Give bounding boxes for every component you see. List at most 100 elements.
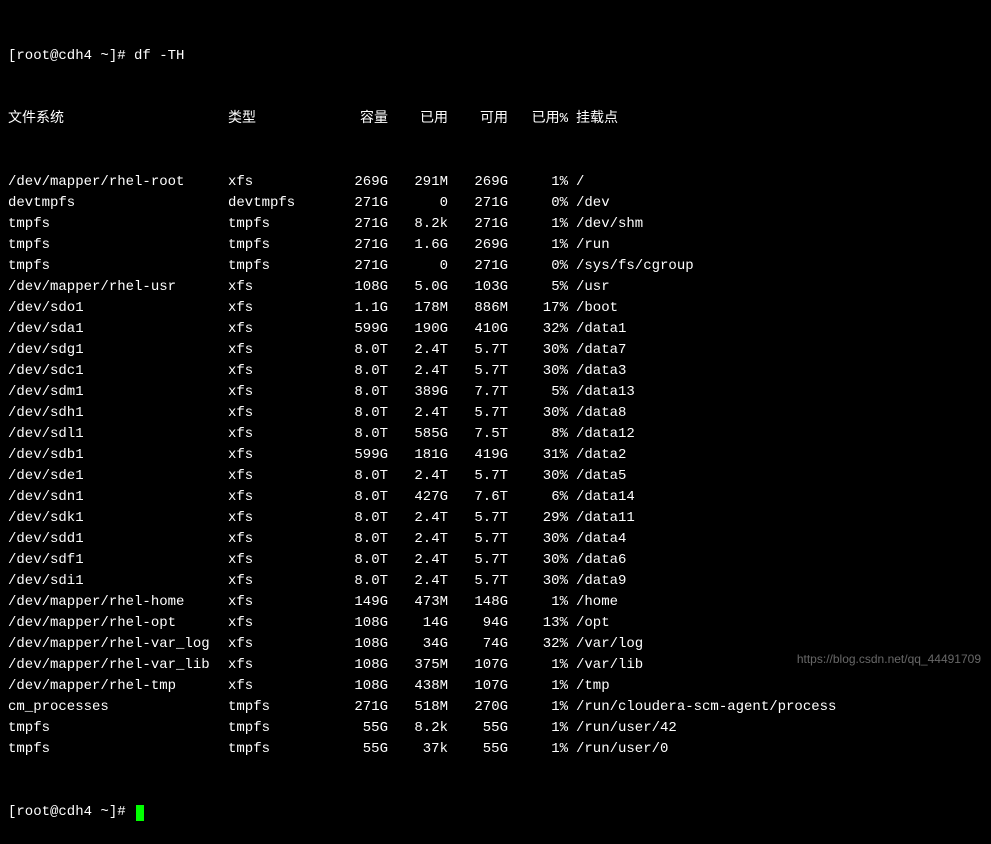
cell-filesystem: /dev/mapper/rhel-usr (8, 277, 228, 298)
cell-used: 37k (388, 739, 448, 760)
terminal-output[interactable]: [root@cdh4 ~]# df -TH 文件系统 类型 容量 已用 可用 已… (8, 4, 983, 844)
cell-mount: /data9 (568, 571, 626, 592)
cell-type: xfs (228, 508, 328, 529)
cell-usepct: 1% (508, 718, 568, 739)
cell-mount: /home (568, 592, 618, 613)
cell-usepct: 13% (508, 613, 568, 634)
header-filesystem: 文件系统 (8, 109, 228, 130)
table-row: tmpfstmpfs271G0271G0%/sys/fs/cgroup (8, 256, 983, 277)
cell-usepct: 1% (508, 676, 568, 697)
table-row: tmpfstmpfs271G1.6G269G1%/run (8, 235, 983, 256)
cell-type: xfs (228, 676, 328, 697)
cell-size: 8.0T (328, 424, 388, 445)
next-prompt-line: [root@cdh4 ~]# (8, 802, 983, 823)
cell-avail: 5.7T (448, 466, 508, 487)
cell-avail: 107G (448, 676, 508, 697)
cell-filesystem: devtmpfs (8, 193, 228, 214)
cell-filesystem: /dev/mapper/rhel-opt (8, 613, 228, 634)
cell-size: 271G (328, 193, 388, 214)
cell-type: tmpfs (228, 256, 328, 277)
cell-avail: 886M (448, 298, 508, 319)
cell-size: 8.0T (328, 340, 388, 361)
cell-used: 2.4T (388, 571, 448, 592)
command-text: df -TH (134, 46, 184, 67)
table-row: /dev/sdf1xfs8.0T2.4T5.7T30%/data6 (8, 550, 983, 571)
cell-avail: 269G (448, 235, 508, 256)
cell-used: 0 (388, 193, 448, 214)
cell-avail: 410G (448, 319, 508, 340)
cell-mount: /data8 (568, 403, 626, 424)
cell-size: 8.0T (328, 361, 388, 382)
cell-filesystem: /dev/sde1 (8, 466, 228, 487)
cell-type: xfs (228, 592, 328, 613)
cell-avail: 74G (448, 634, 508, 655)
cell-mount: /data12 (568, 424, 635, 445)
table-row: /dev/mapper/rhel-rootxfs269G291M269G1%/ (8, 172, 983, 193)
header-size: 容量 (328, 109, 388, 130)
cell-used: 14G (388, 613, 448, 634)
df-rows: /dev/mapper/rhel-rootxfs269G291M269G1%/d… (8, 172, 983, 760)
cell-size: 271G (328, 697, 388, 718)
cell-type: tmpfs (228, 718, 328, 739)
cell-mount: /sys/fs/cgroup (568, 256, 694, 277)
cell-filesystem: /dev/sdh1 (8, 403, 228, 424)
header-avail: 可用 (448, 109, 508, 130)
cell-type: xfs (228, 403, 328, 424)
cell-type: xfs (228, 319, 328, 340)
command-line: [root@cdh4 ~]# df -TH (8, 46, 983, 67)
table-row: /dev/sdl1xfs8.0T585G7.5T8%/data12 (8, 424, 983, 445)
cell-size: 8.0T (328, 466, 388, 487)
cell-size: 149G (328, 592, 388, 613)
cell-avail: 419G (448, 445, 508, 466)
cell-usepct: 17% (508, 298, 568, 319)
cell-mount: /var/lib (568, 655, 643, 676)
cell-usepct: 32% (508, 319, 568, 340)
cell-filesystem: tmpfs (8, 739, 228, 760)
cell-type: devtmpfs (228, 193, 328, 214)
cell-type: xfs (228, 466, 328, 487)
cell-mount: /run/cloudera-scm-agent/process (568, 697, 836, 718)
table-row: tmpfstmpfs271G8.2k271G1%/dev/shm (8, 214, 983, 235)
cell-avail: 103G (448, 277, 508, 298)
cell-size: 108G (328, 676, 388, 697)
cell-size: 271G (328, 235, 388, 256)
cell-mount: /opt (568, 613, 610, 634)
cell-used: 8.2k (388, 718, 448, 739)
cell-mount: /dev/shm (568, 214, 643, 235)
cell-type: xfs (228, 172, 328, 193)
cell-used: 389G (388, 382, 448, 403)
cell-mount: /data7 (568, 340, 626, 361)
cell-mount: /data13 (568, 382, 635, 403)
shell-prompt: [root@cdh4 ~]# (8, 802, 134, 823)
cell-filesystem: /dev/sdo1 (8, 298, 228, 319)
cell-used: 2.4T (388, 340, 448, 361)
cell-avail: 7.5T (448, 424, 508, 445)
cell-usepct: 32% (508, 634, 568, 655)
cell-used: 181G (388, 445, 448, 466)
shell-prompt: [root@cdh4 ~]# (8, 46, 134, 67)
cell-filesystem: cm_processes (8, 697, 228, 718)
table-row: /dev/sda1xfs599G190G410G32%/data1 (8, 319, 983, 340)
cell-filesystem: /dev/mapper/rhel-var_log (8, 634, 228, 655)
cell-filesystem: /dev/sdi1 (8, 571, 228, 592)
cell-mount: /run (568, 235, 610, 256)
cell-mount: /data1 (568, 319, 626, 340)
df-header-row: 文件系统 类型 容量 已用 可用 已用% 挂载点 (8, 109, 983, 130)
cell-type: xfs (228, 424, 328, 445)
cell-mount: /data14 (568, 487, 635, 508)
cell-type: xfs (228, 613, 328, 634)
cell-size: 108G (328, 634, 388, 655)
cell-used: 585G (388, 424, 448, 445)
table-row: /dev/sdk1xfs8.0T2.4T5.7T29%/data11 (8, 508, 983, 529)
cell-avail: 5.7T (448, 340, 508, 361)
cell-used: 0 (388, 256, 448, 277)
table-row: tmpfstmpfs55G8.2k55G1%/run/user/42 (8, 718, 983, 739)
cell-type: xfs (228, 571, 328, 592)
cell-used: 518M (388, 697, 448, 718)
cell-filesystem: tmpfs (8, 214, 228, 235)
cell-used: 8.2k (388, 214, 448, 235)
cell-filesystem: /dev/sdf1 (8, 550, 228, 571)
cell-avail: 5.7T (448, 529, 508, 550)
cell-filesystem: /dev/sdk1 (8, 508, 228, 529)
cell-usepct: 1% (508, 739, 568, 760)
